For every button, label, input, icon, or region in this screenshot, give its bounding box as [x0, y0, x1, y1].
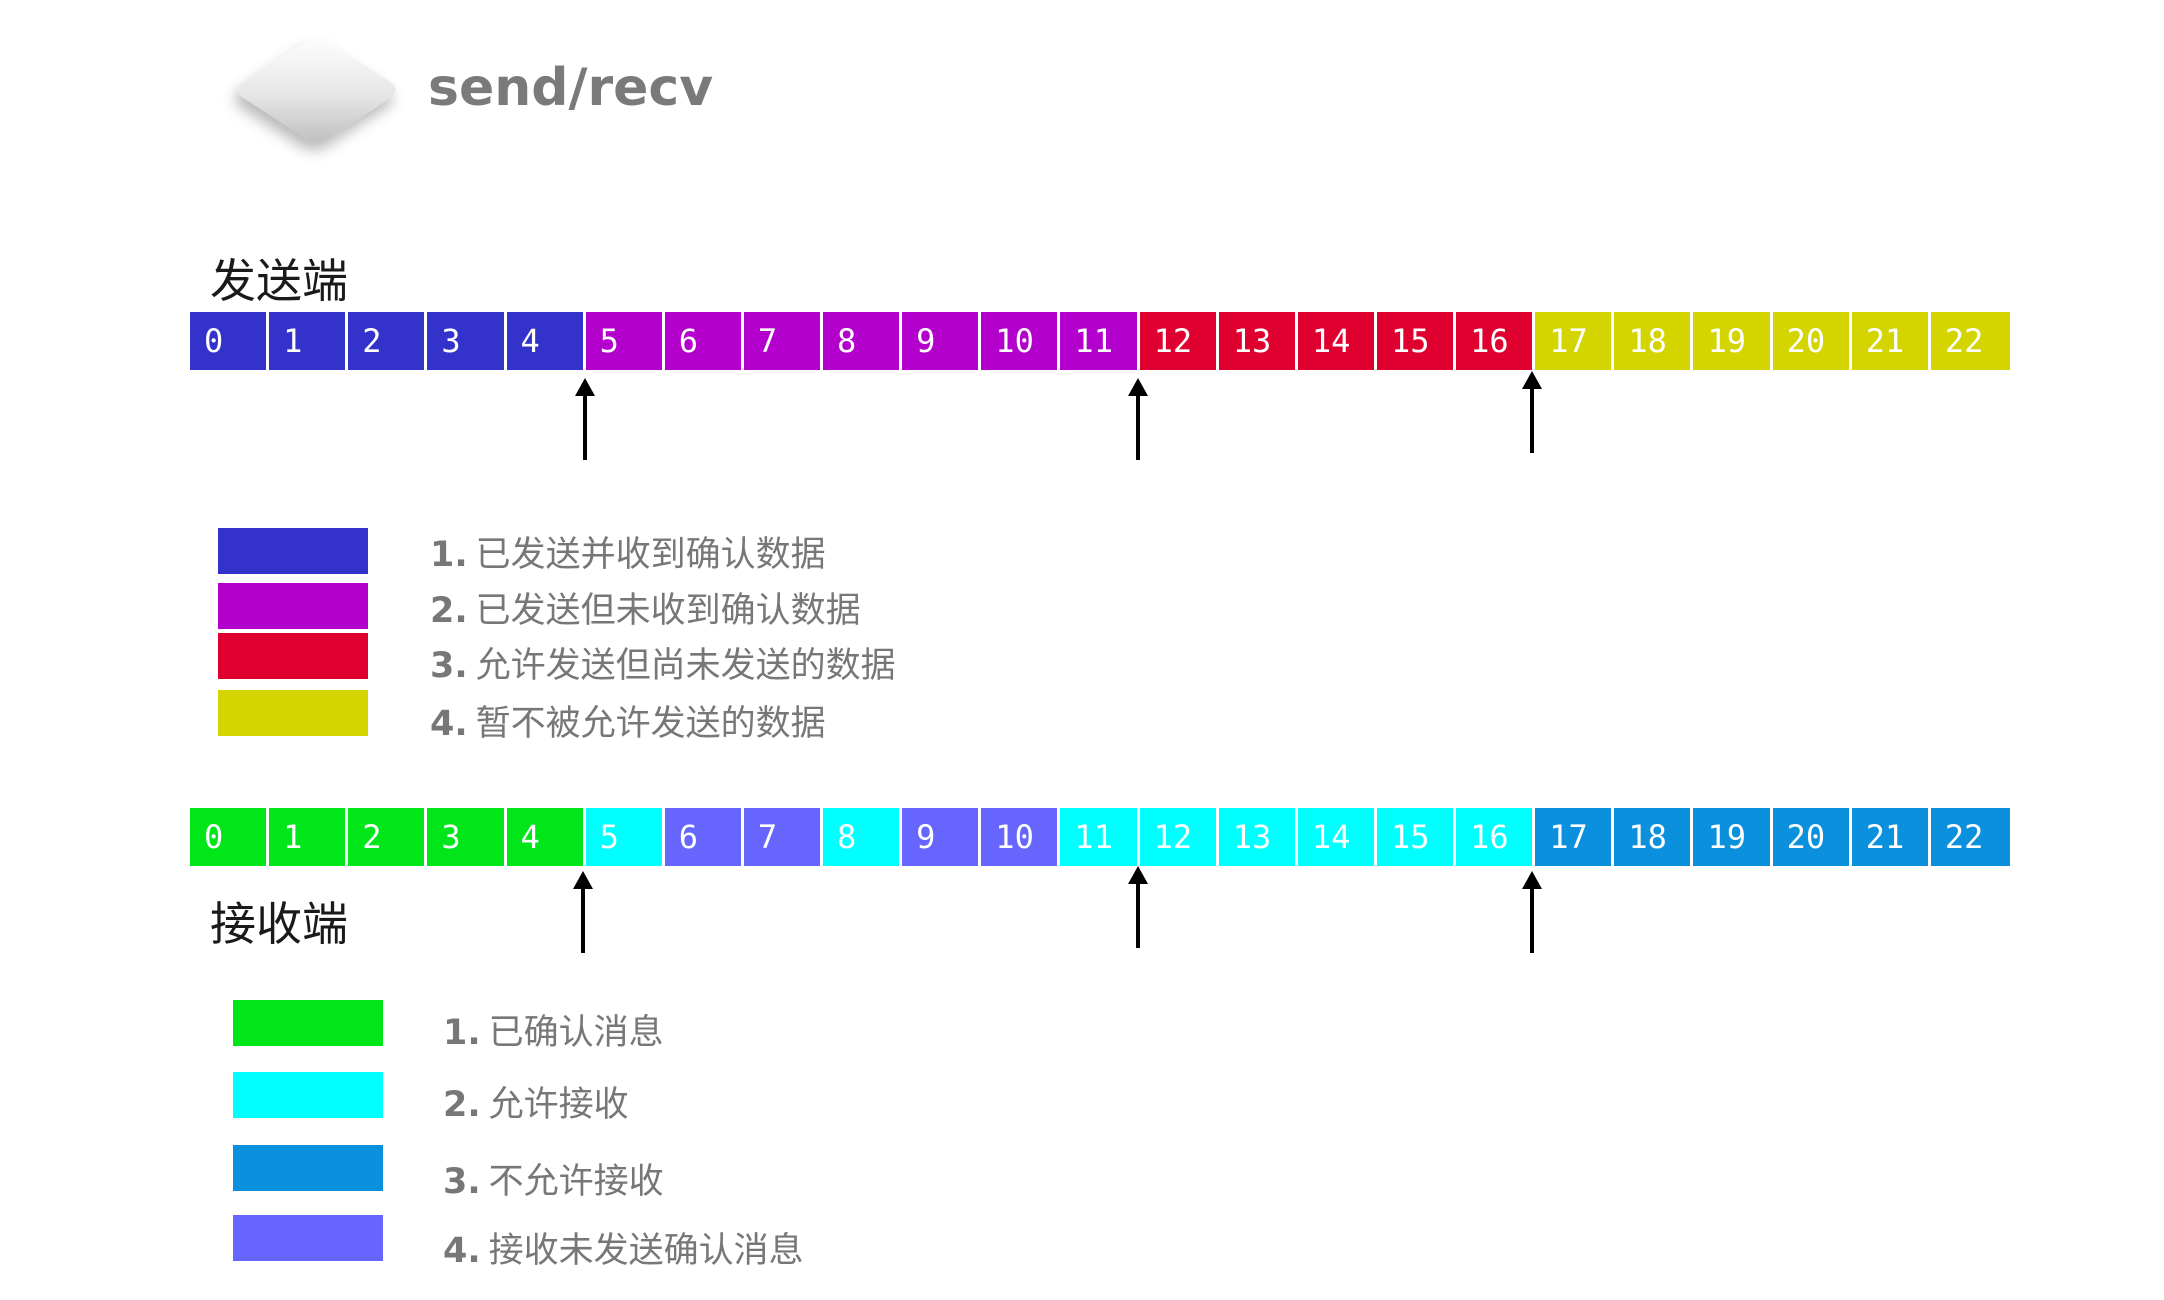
receiver-legend-item: 2. 允许接收: [443, 1076, 629, 1127]
legend-number: 1.: [430, 535, 468, 575]
legend-text: 接收未发送确认消息: [488, 1231, 804, 1271]
sender-legend-swatch: [218, 633, 368, 679]
receiver-legend-item: 3. 不允许接收: [443, 1153, 664, 1204]
sender-seq-cell-1: 1: [269, 312, 349, 370]
receiver-seq-cell-17: 17: [1535, 808, 1615, 866]
sender-seq-cell-22: 22: [1930, 312, 2010, 370]
legend-text: 允许接收: [488, 1085, 629, 1125]
receiver-seq-cell-21: 21: [1851, 808, 1931, 866]
sender-seq-cell-6: 6: [664, 312, 744, 370]
legend-text: 已发送并收到确认数据: [475, 535, 826, 575]
sender-sequence-bar: 0 1 2 3 4 5 6 7 8 9 10 11 12 13 14 15 16 17 18 19 20 21 22: [190, 312, 2010, 370]
receiver-legend-swatch: [233, 1215, 383, 1261]
sender-seq-cell-5: 5: [585, 312, 665, 370]
receiver-window-pointer-arrow-icon: [573, 871, 593, 953]
sender-seq-cell-3: 3: [427, 312, 507, 370]
sender-legend-item: 1. 已发送并收到确认数据: [430, 526, 826, 577]
legend-number: 2.: [430, 591, 468, 631]
legend-number: 3.: [443, 1162, 481, 1202]
receiver-window-pointer-arrow-icon: [1522, 871, 1542, 953]
sender-seq-cell-18: 18: [1614, 312, 1694, 370]
receiver-seq-cell-15: 15: [1376, 808, 1457, 866]
receiver-seq-cell-2: 2: [348, 808, 428, 866]
sender-seq-cell-13: 13: [1218, 312, 1298, 370]
receiver-seq-cell-16: 16: [1456, 808, 1536, 866]
sender-seq-cell-15: 15: [1376, 312, 1457, 370]
receiver-sequence-bar: 0 1 2 3 4 5 6 7 8 9 10 11 12 13 14 15 16 17 18 19 20 21 22: [190, 808, 2010, 866]
sender-seq-cell-4: 4: [506, 312, 586, 370]
receiver-legend-swatch: [233, 1000, 383, 1046]
diamond-logo-icon: [231, 34, 403, 146]
receiver-seq-cell-1: 1: [269, 808, 349, 866]
sender-legend-item: 3. 允许发送但尚未发送的数据: [430, 637, 896, 688]
sender-legend-item: 2. 已发送但未收到确认数据: [430, 582, 861, 633]
sender-legend-swatch: [218, 583, 368, 629]
receiver-legend-item: 1. 已确认消息: [443, 1004, 664, 1055]
receiver-label: 接收端: [210, 897, 348, 951]
receiver-seq-cell-3: 3: [427, 808, 507, 866]
receiver-seq-cell-10: 10: [981, 808, 1061, 866]
receiver-seq-cell-12: 12: [1139, 808, 1219, 866]
receiver-seq-cell-4: 4: [506, 808, 586, 866]
receiver-seq-cell-8: 8: [823, 808, 903, 866]
page-title: send/recv: [428, 58, 714, 118]
legend-text: 允许发送但尚未发送的数据: [475, 646, 896, 686]
sender-seq-cell-19: 19: [1693, 312, 1773, 370]
sender-seq-cell-21: 21: [1851, 312, 1931, 370]
sender-seq-cell-12: 12: [1139, 312, 1219, 370]
sender-legend-swatch: [218, 528, 368, 574]
legend-number: 2.: [443, 1085, 481, 1125]
sender-seq-cell-20: 20: [1772, 312, 1852, 370]
sender-seq-cell-10: 10: [981, 312, 1061, 370]
legend-text: 已发送但未收到确认数据: [475, 591, 861, 631]
sender-seq-cell-8: 8: [823, 312, 903, 370]
sender-seq-cell-9: 9: [902, 312, 982, 370]
sender-seq-cell-14: 14: [1297, 312, 1377, 370]
legend-number: 1.: [443, 1013, 481, 1053]
sender-window-pointer-arrow-icon: [1522, 371, 1542, 453]
legend-number: 3.: [430, 646, 468, 686]
legend-text: 暂不被允许发送的数据: [475, 704, 826, 744]
sender-label: 发送端: [210, 254, 348, 308]
receiver-seq-cell-5: 5: [585, 808, 665, 866]
receiver-legend-swatch: [233, 1145, 383, 1191]
receiver-seq-cell-0: 0: [190, 808, 270, 866]
sender-seq-cell-7: 7: [743, 312, 824, 370]
receiver-seq-cell-18: 18: [1614, 808, 1694, 866]
sender-seq-cell-0: 0: [190, 312, 270, 370]
receiver-window-pointer-arrow-icon: [1128, 866, 1148, 948]
receiver-seq-cell-14: 14: [1297, 808, 1377, 866]
sender-legend-item: 4. 暂不被允许发送的数据: [430, 695, 826, 746]
legend-number: 4.: [430, 704, 468, 744]
receiver-seq-cell-13: 13: [1218, 808, 1298, 866]
sender-legend-swatch: [218, 690, 368, 736]
receiver-legend-item: 4. 接收未发送确认消息: [443, 1222, 804, 1273]
receiver-seq-cell-19: 19: [1693, 808, 1773, 866]
receiver-legend-swatch: [233, 1072, 383, 1118]
sender-window-pointer-arrow-icon: [1128, 378, 1148, 460]
sender-seq-cell-11: 11: [1060, 312, 1140, 370]
receiver-seq-cell-11: 11: [1060, 808, 1140, 866]
receiver-seq-cell-6: 6: [664, 808, 744, 866]
sender-seq-cell-2: 2: [348, 312, 428, 370]
legend-text: 已确认消息: [488, 1013, 664, 1053]
receiver-seq-cell-22: 22: [1930, 808, 2010, 866]
receiver-seq-cell-9: 9: [902, 808, 982, 866]
sender-window-pointer-arrow-icon: [575, 378, 595, 460]
legend-number: 4.: [443, 1231, 481, 1271]
sender-seq-cell-16: 16: [1456, 312, 1536, 370]
sender-seq-cell-17: 17: [1535, 312, 1615, 370]
legend-text: 不允许接收: [488, 1162, 664, 1202]
receiver-seq-cell-7: 7: [743, 808, 824, 866]
receiver-seq-cell-20: 20: [1772, 808, 1852, 866]
